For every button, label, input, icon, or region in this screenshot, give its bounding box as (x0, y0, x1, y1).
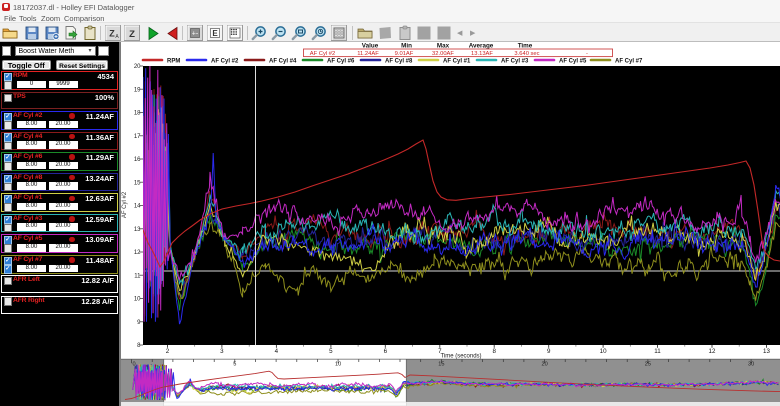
svg-text:11.24AF: 11.24AF (357, 51, 379, 57)
svg-text:17: 17 (134, 134, 141, 140)
svg-text:Max: Max (437, 43, 450, 50)
svg-text:AF Cyl #3: AF Cyl #3 (501, 58, 529, 64)
svg-text:AF Cyl #6: AF Cyl #6 (327, 58, 355, 64)
svg-text:12: 12 (134, 250, 141, 256)
svg-text:3.640 sec: 3.640 sec (514, 51, 539, 57)
svg-text:9: 9 (547, 348, 551, 355)
svg-text:10: 10 (335, 362, 341, 368)
svg-text:4: 4 (275, 348, 279, 355)
svg-text:AF Cyl #7: AF Cyl #7 (615, 58, 643, 64)
svg-text:13.13AF: 13.13AF (471, 51, 493, 57)
svg-text:8: 8 (492, 348, 496, 355)
svg-text:+-: +- (192, 31, 199, 38)
svg-text:30: 30 (748, 362, 754, 368)
svg-text:6: 6 (384, 348, 388, 355)
svg-text:RPM: RPM (167, 58, 180, 64)
svg-text:10: 10 (134, 297, 141, 303)
svg-text:5: 5 (233, 362, 236, 368)
svg-text:AF Cyl #8: AF Cyl #8 (385, 58, 413, 64)
svg-text:20: 20 (134, 64, 141, 70)
svg-text:9.01AF: 9.01AF (395, 51, 414, 57)
svg-text:5: 5 (329, 348, 333, 355)
svg-text:AF Cyl #5: AF Cyl #5 (559, 58, 587, 64)
svg-text:16: 16 (134, 157, 141, 163)
svg-text:3: 3 (220, 348, 224, 355)
svg-text:20: 20 (541, 362, 547, 368)
svg-text:25: 25 (645, 362, 651, 368)
svg-text:Z: Z (129, 29, 135, 40)
svg-text:15: 15 (438, 362, 444, 368)
svg-text:15: 15 (134, 180, 141, 186)
svg-text:Time (seconds): Time (seconds) (440, 354, 481, 360)
svg-text:19: 19 (134, 88, 141, 94)
svg-text:AF Cyl #2: AF Cyl #2 (310, 51, 335, 57)
svg-text:AF Cyl #2: AF Cyl #2 (211, 58, 239, 64)
svg-text:18: 18 (134, 111, 141, 117)
svg-text:Time: Time (518, 43, 533, 50)
svg-text:11: 11 (654, 348, 661, 355)
svg-text:11: 11 (134, 273, 141, 279)
svg-text:12: 12 (709, 348, 716, 355)
svg-text:AF Cyl #2: AF Cyl #2 (122, 191, 128, 218)
svg-text:2: 2 (166, 348, 170, 355)
svg-text:13: 13 (763, 348, 770, 355)
svg-text:10: 10 (600, 348, 607, 355)
svg-text:AF Cyl #1: AF Cyl #1 (443, 58, 471, 64)
svg-text:AF Cyl #4: AF Cyl #4 (269, 58, 297, 64)
svg-text:E: E (212, 29, 218, 38)
svg-text:14: 14 (134, 204, 141, 210)
svg-text:Min: Min (401, 43, 412, 50)
svg-text:13: 13 (134, 227, 141, 233)
svg-text:-: - (586, 51, 588, 57)
svg-text:Average: Average (469, 43, 494, 50)
svg-text:32.00AF: 32.00AF (432, 51, 454, 57)
svg-text:Value: Value (362, 43, 379, 50)
